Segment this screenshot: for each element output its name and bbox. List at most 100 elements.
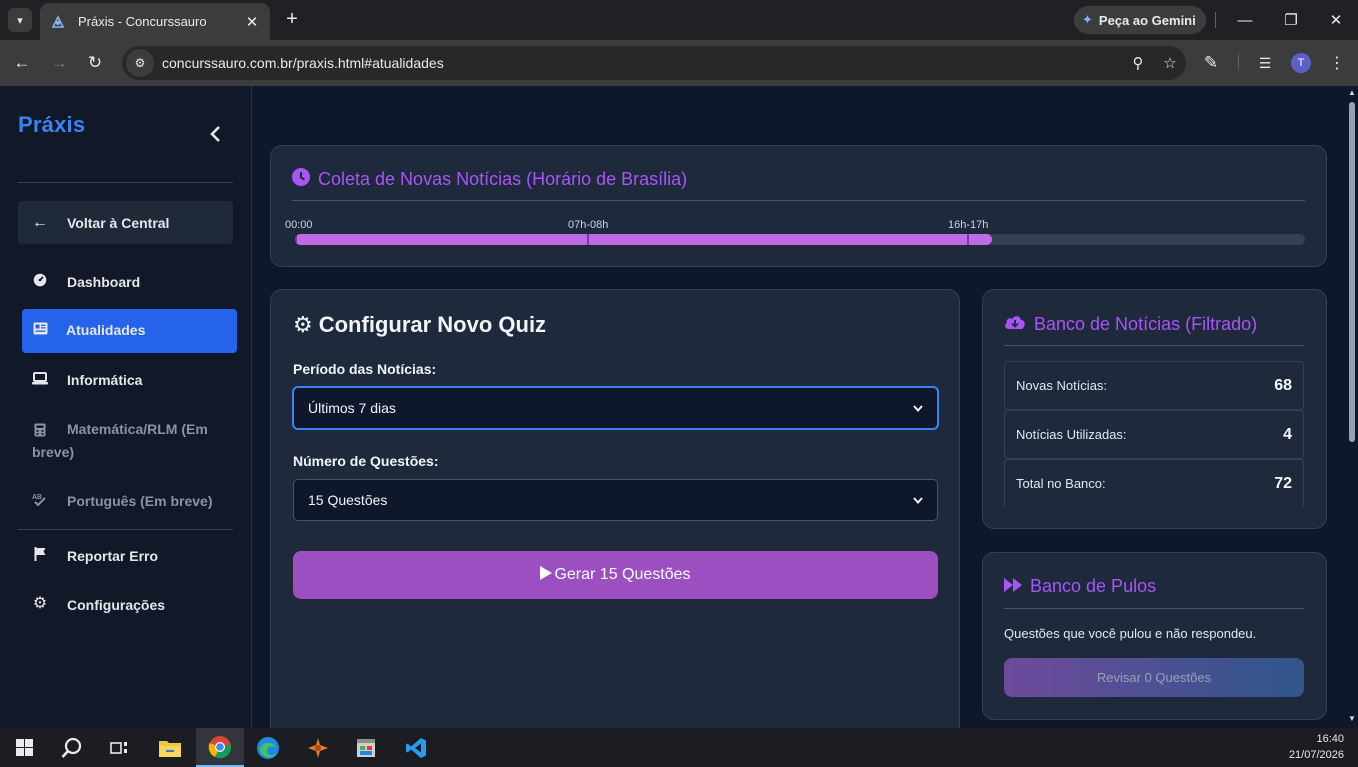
url-text[interactable]: concurssauro.com.br/praxis.html#atualida… [162,55,1122,71]
vscode-icon[interactable] [392,728,440,767]
address-bar[interactable]: ⚙ concurssauro.com.br/praxis.html#atuali… [122,46,1186,80]
stat-value: 4 [1283,425,1292,443]
zoom-icon[interactable]: ⚲ [1122,54,1154,72]
stat-row-total: Total no Banco: 72 [1004,459,1304,507]
timeline-label-start: 00:00 [285,219,313,231]
timeline-title-text: Coleta de Novas Notícias (Horário de Bra… [318,169,688,189]
timeline-label-morning: 07h-08h [568,219,609,231]
stat-row-new: Novas Notícias: 68 [1004,361,1304,410]
windows-taskbar: 16:40 21/07/2026 [0,728,1358,767]
tab-search-button[interactable]: ▾ [8,8,32,32]
sidebar-item-matematica[interactable]: Matemática/RLM (Em breve) [32,418,232,464]
sidebar-divider [18,182,233,183]
sidebar-item-reportar-erro[interactable]: Reportar Erro [22,545,236,569]
back-arrow-icon[interactable]: ← [10,51,34,75]
scroll-down-icon[interactable]: ▼ [1348,715,1356,723]
restore-icon[interactable]: ❐ [1277,6,1305,34]
forward-arrow-icon[interactable]: → [47,51,71,75]
scroll-up-icon[interactable]: ▲ [1348,89,1356,97]
profile-avatar[interactable]: T [1291,53,1311,73]
page: Práxis ← Voltar à Central Dashboard Atua… [0,86,1358,728]
skipped-description: Questões que você pulou e não respondeu. [1004,626,1257,641]
close-tab-icon[interactable]: ✕ [244,13,260,31]
windows-start-icon[interactable] [0,728,48,767]
sidebar-item-configuracoes[interactable]: ⚙ Configurações [22,594,236,618]
news-collection-timeline-card: Coleta de Novas Notícias (Horário de Bra… [270,145,1327,267]
bookmark-star-icon[interactable]: ☆ [1154,54,1186,72]
gear-icon: ⚙ [293,312,313,337]
question-count-select[interactable]: 15 Questões [293,479,938,521]
timeline-progress-fill [295,234,992,245]
close-window-icon[interactable]: ✕ [1322,6,1350,34]
skipped-bank-title-text: Banco de Pulos [1030,576,1157,596]
site-favicon-icon [51,14,65,28]
timeline-marker [587,234,589,245]
sidebar-item-label: Dashboard [67,274,141,290]
clock-date: 21/07/2026 [1288,749,1344,761]
fast-forward-icon [1004,576,1022,597]
minimize-icon[interactable]: — [1231,6,1259,34]
sidebar-item-label: Atualidades [66,322,146,338]
chrome-menu-icon[interactable]: ⋮ [1325,51,1349,75]
chevron-down-icon [913,401,923,415]
gemini-label: Peça ao Gemini [1098,12,1196,28]
laptop-icon [32,370,48,386]
stat-label: Novas Notícias: [1016,378,1108,393]
sidebar-item-label: Matemática/RLM (Em breve) [32,421,208,460]
news-bank-card: Banco de Notícias (Filtrado) Novas Notíc… [982,289,1327,529]
search-icon[interactable] [48,728,96,767]
svg-text:AB: AB [32,494,42,501]
back-to-central-button[interactable]: ← Voltar à Central [18,201,233,244]
flag-icon [32,546,48,562]
calculator-icon [32,422,48,438]
arrow-left-icon: ← [32,213,48,231]
media-controls-icon[interactable]: ☰ [1253,51,1277,75]
gauge-icon [32,272,48,288]
brand-title[interactable]: Práxis [18,112,85,138]
extensions-icon[interactable]: ✎ [1199,51,1223,75]
collapse-sidebar-icon[interactable] [208,124,228,148]
gemini-button[interactable]: ✦ Peça ao Gemini [1074,6,1206,34]
clock-time: 16:40 [1316,733,1344,745]
sidebar-item-label: Português (Em breve) [67,493,213,509]
sidebar-item-informatica[interactable]: Informática [22,369,236,393]
reload-icon[interactable]: ↻ [83,51,107,75]
spellcheck-icon: AB [32,491,48,507]
sidebar-item-dashboard[interactable]: Dashboard [22,271,236,295]
scrollbar-thumb[interactable] [1349,102,1355,442]
chrome-divider [1215,12,1216,28]
chrome-taskbar-icon[interactable] [196,728,244,767]
stat-row-used: Notícias Utilizadas: 4 [1004,410,1304,459]
toolbar-divider [1238,53,1239,69]
period-label: Período das Notícias: [293,361,437,377]
sidebar-item-portugues[interactable]: AB Português (Em breve) [22,490,236,514]
new-tab-button[interactable]: + [282,8,302,32]
period-select[interactable]: Últimos 7 dias [293,387,938,429]
timeline-marker [967,234,969,245]
count-label: Número de Questões: [293,453,439,469]
app-store-icon[interactable] [342,728,390,767]
app-orange-icon[interactable] [294,728,342,767]
generate-questions-button[interactable]: Gerar 15 Questões [293,551,938,599]
address-toolbar: ← → ↻ ⚙ concurssauro.com.br/praxis.html#… [0,40,1358,86]
task-view-icon[interactable] [96,728,144,767]
generate-label: Gerar 15 Questões [554,566,691,583]
site-settings-icon[interactable]: ⚙ [126,49,154,77]
question-count-value: 15 Questões [308,492,388,508]
stat-label: Total no Banco: [1016,476,1106,491]
stat-label: Notícias Utilizadas: [1016,427,1127,442]
edge-icon[interactable] [244,728,292,767]
period-select-value: Últimos 7 dias [308,400,396,416]
clock-icon [292,168,310,191]
browser-tab[interactable]: Práxis - Concurssauro ✕ [40,3,270,40]
sidebar-item-atualidades[interactable]: Atualidades [22,309,237,353]
review-skipped-button[interactable]: Revisar 0 Questões [1004,658,1304,697]
system-clock[interactable]: 16:40 21/07/2026 [1289,731,1344,763]
newspaper-icon [32,320,48,336]
stat-value: 72 [1274,474,1292,492]
news-bank-title: Banco de Notícias (Filtrado) [1004,314,1257,335]
page-scrollbar[interactable]: ▲ ▼ [1346,86,1358,728]
file-explorer-icon[interactable] [146,728,194,767]
chevron-down-icon [913,493,923,507]
back-label: Voltar à Central [67,214,170,231]
